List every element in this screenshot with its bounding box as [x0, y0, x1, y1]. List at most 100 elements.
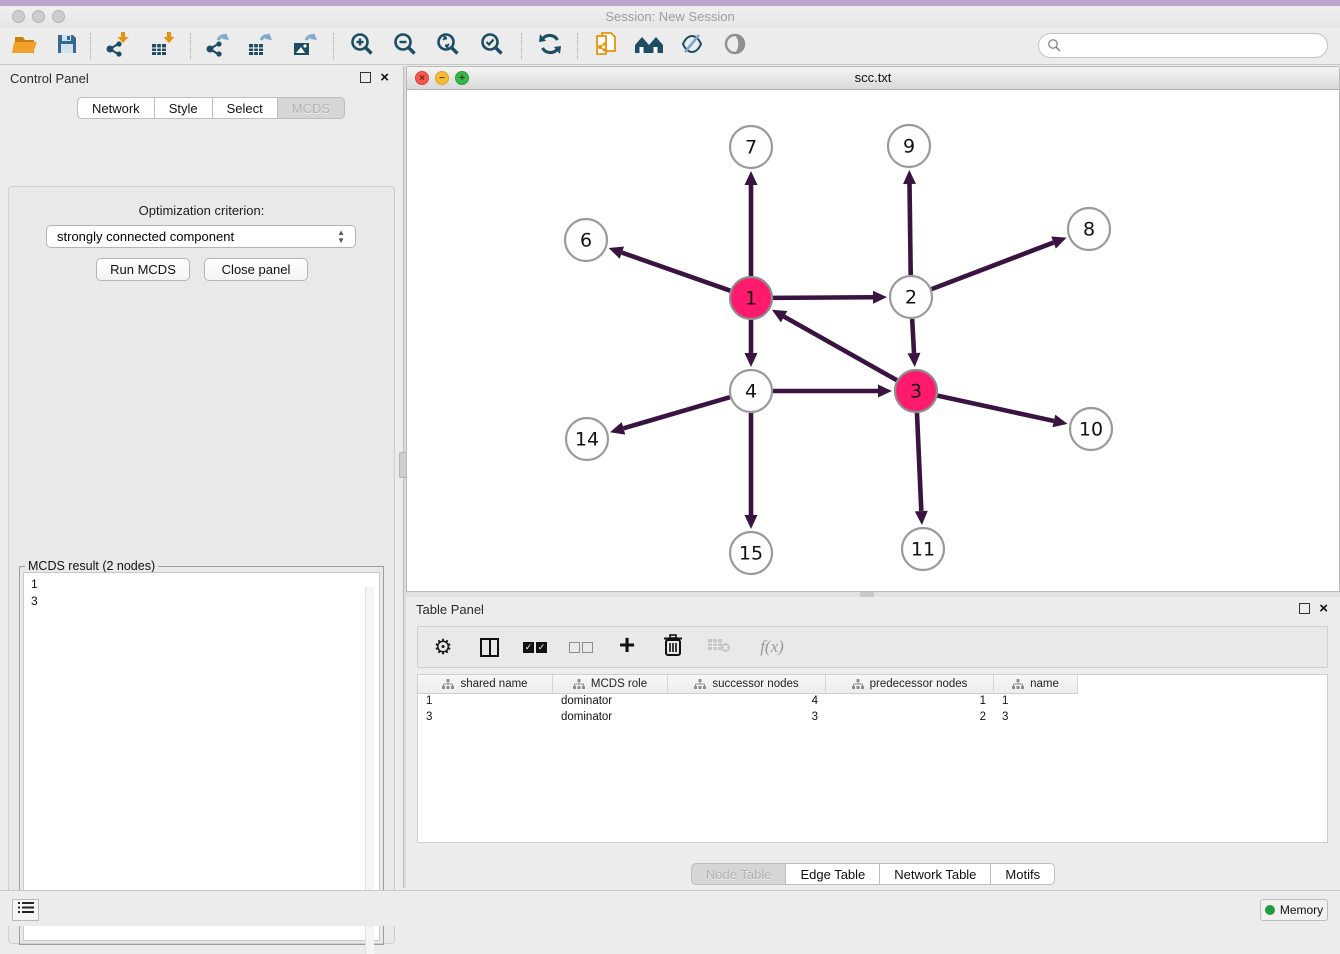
add-row-button[interactable]: +	[614, 634, 640, 660]
show-details-button[interactable]	[720, 32, 750, 60]
graph-edge[interactable]	[773, 385, 892, 398]
first-neighbors-button[interactable]	[632, 32, 666, 60]
svg-text:1: 1	[745, 288, 757, 310]
close-panel-icon[interactable]: ×	[380, 72, 389, 83]
search-box[interactable]	[1038, 33, 1328, 58]
graph-node-4[interactable]: 4	[730, 370, 772, 412]
column-header-name[interactable]: name	[994, 675, 1078, 694]
control-panel: Control Panel × Network Style Select MCD…	[0, 66, 403, 888]
tab-edge-table[interactable]: Edge Table	[786, 863, 880, 885]
toolbar-separator	[521, 33, 522, 59]
zoom-out-icon	[392, 31, 418, 62]
export-image-button[interactable]	[290, 32, 320, 60]
column-header-MCDS-role[interactable]: MCDS role	[553, 675, 668, 694]
column-header-successor-nodes[interactable]: successor nodes	[668, 675, 826, 694]
graph-node-7[interactable]: 7	[730, 126, 772, 168]
hide-details-button[interactable]	[677, 32, 707, 60]
graph-edge[interactable]	[932, 236, 1067, 289]
table-cell[interactable]: dominator	[553, 694, 668, 710]
zoom-fit-button[interactable]	[433, 32, 463, 60]
import-table-button[interactable]	[148, 32, 178, 60]
table-row[interactable]: 1dominator411	[418, 694, 1327, 710]
column-header-shared-name[interactable]: shared name	[418, 675, 553, 694]
network-canvas[interactable]: 1 2 3 4 6 7 8 9 10 11 14 15	[407, 90, 1339, 592]
graph-node-2[interactable]: 2	[890, 276, 932, 318]
unchecked-box-icon	[569, 642, 580, 653]
save-icon	[54, 31, 80, 62]
graph-edge[interactable]	[745, 413, 758, 529]
tab-network-table[interactable]: Network Table	[880, 863, 991, 885]
memory-button[interactable]: Memory	[1260, 899, 1328, 921]
new-network-from-selection-button[interactable]	[591, 32, 621, 60]
zoom-in-button[interactable]	[347, 32, 377, 60]
svg-text:8: 8	[1083, 219, 1095, 241]
table-cell[interactable]: 1	[994, 694, 1078, 710]
select-all-button[interactable]: ✓ ✓	[522, 634, 548, 660]
app-title: Session: New Session	[0, 9, 1340, 24]
checked-box-icon: ✓	[523, 642, 534, 653]
table-cell[interactable]: 2	[826, 710, 994, 726]
graph-edge[interactable]	[937, 396, 1067, 428]
graph-edge[interactable]	[907, 319, 920, 367]
column-header-predecessor-nodes[interactable]: predecessor nodes	[826, 675, 994, 694]
graph-node-6[interactable]: 6	[565, 219, 607, 261]
svg-text:2: 2	[905, 287, 917, 309]
zoom-selected-button[interactable]	[477, 32, 507, 60]
graph-edge[interactable]	[772, 310, 897, 380]
graph-node-15[interactable]: 15	[730, 532, 772, 574]
graph-node-3[interactable]: 3	[895, 370, 937, 412]
export-table-button[interactable]	[245, 32, 275, 60]
mcds-tab-content: Optimization criterion: strongly connect…	[8, 186, 395, 944]
graph-edge[interactable]	[745, 171, 758, 276]
deselect-all-button[interactable]	[568, 634, 594, 660]
task-history-button[interactable]	[12, 899, 39, 921]
network-window-titlebar[interactable]: × − + scc.txt	[407, 67, 1339, 90]
tab-node-table[interactable]: Node Table	[691, 863, 787, 885]
run-mcds-button[interactable]: Run MCDS	[96, 258, 190, 281]
graph-edge[interactable]	[773, 291, 887, 304]
search-input[interactable]	[1062, 38, 1327, 53]
tab-motifs[interactable]: Motifs	[991, 863, 1055, 885]
table-cell[interactable]: 1	[826, 694, 994, 710]
svg-text:9: 9	[903, 136, 915, 158]
graph-edge[interactable]	[609, 246, 731, 290]
show-columns-button[interactable]	[476, 634, 502, 660]
graph-node-9[interactable]: 9	[888, 125, 930, 167]
tab-mcds[interactable]: MCDS	[278, 97, 345, 119]
mcds-result-line: 3	[31, 593, 379, 610]
optimization-criterion-select[interactable]: strongly connected component ▲▼	[46, 225, 356, 248]
table-settings-button[interactable]: ⚙	[430, 634, 456, 660]
graph-node-1[interactable]: 1	[730, 277, 772, 319]
refresh-button[interactable]	[535, 32, 565, 60]
open-session-button[interactable]	[10, 32, 40, 60]
tab-select[interactable]: Select	[213, 97, 278, 119]
delete-row-button[interactable]	[660, 634, 686, 660]
graph-node-11[interactable]: 11	[902, 528, 944, 570]
network-window-title: scc.txt	[407, 70, 1339, 85]
float-panel-icon[interactable]	[1299, 603, 1310, 614]
graph-edge[interactable]	[903, 170, 916, 275]
table-cell[interactable]: 3	[668, 710, 826, 726]
mcds-result-list[interactable]: 1 3	[23, 572, 380, 941]
export-network-button[interactable]	[202, 32, 232, 60]
save-session-button[interactable]	[52, 32, 82, 60]
close-panel-button[interactable]: Close panel	[204, 258, 308, 281]
table-cell[interactable]: 3	[418, 710, 553, 726]
zoom-out-button[interactable]	[390, 32, 420, 60]
graph-edge[interactable]	[915, 413, 928, 525]
close-panel-icon[interactable]: ×	[1319, 603, 1328, 614]
graph-edge[interactable]	[745, 320, 758, 367]
float-panel-icon[interactable]	[360, 72, 371, 83]
table-cell[interactable]: 4	[668, 694, 826, 710]
tab-style[interactable]: Style	[155, 97, 213, 119]
table-cell[interactable]: 3	[994, 710, 1078, 726]
table-cell[interactable]: 1	[418, 694, 553, 710]
table-row[interactable]: 3dominator323	[418, 710, 1327, 726]
table-cell[interactable]: dominator	[553, 710, 668, 726]
graph-node-14[interactable]: 14	[566, 418, 608, 460]
graph-edge[interactable]	[610, 397, 730, 434]
graph-node-8[interactable]: 8	[1068, 208, 1110, 250]
import-network-button[interactable]	[102, 32, 132, 60]
tab-network[interactable]: Network	[77, 97, 155, 119]
graph-node-10[interactable]: 10	[1070, 408, 1112, 450]
